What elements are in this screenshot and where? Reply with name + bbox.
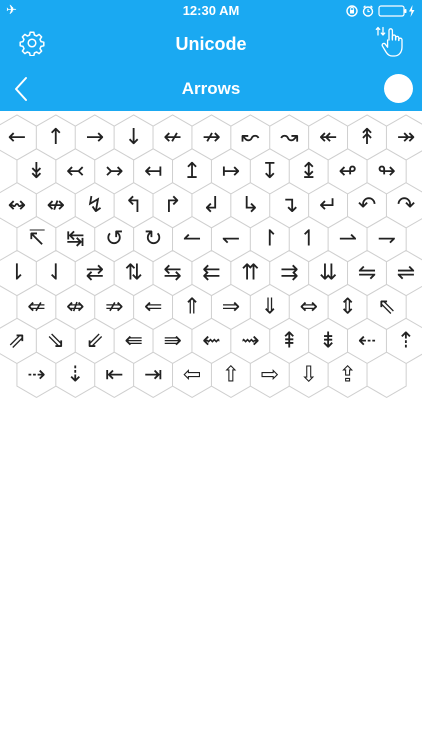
symbol-glyph: ↚ <box>163 125 181 150</box>
symbol-glyph: ↛ <box>202 125 220 150</box>
symbol-glyph: ↺ <box>105 227 123 252</box>
symbol-glyph: ↬ <box>377 159 395 184</box>
symbol-grid: ← ↑ → ↓ ↚ ↛ ↜ ↝ ↞ ↟ ↠ ↡ ↢ ↣ ↤ ↥ ↦ ↧ ↨ ↫ ↬ ↭ ↮ ↯ ↰ ↱ ↲ ↳ ↴ ↵ ↶ ↷ ↸ ↹ ↺ ↻ ↼ ↽ ↾ ↿… <box>0 111 422 411</box>
symbol-glyph: ↯ <box>86 193 104 218</box>
symbol-glyph: ⇍ <box>27 295 45 320</box>
status-right-icons <box>346 4 416 18</box>
symbol-glyph: ⇞ <box>280 328 298 353</box>
symbol-glyph: ↤ <box>144 159 162 184</box>
symbol-glyph: ⇘ <box>47 328 65 353</box>
symbol-glyph: ⇐ <box>144 295 162 320</box>
symbol-glyph: ↢ <box>66 159 84 184</box>
symbol-glyph: ⇜ <box>202 328 220 353</box>
alarm-icon <box>362 5 374 17</box>
symbol-glyph: ⇈ <box>241 261 259 286</box>
symbol-glyph: ⇣ <box>66 362 84 387</box>
symbol-glyph: ↫ <box>338 159 356 184</box>
symbol-glyph: ⇟ <box>319 328 337 353</box>
symbol-glyph: ↴ <box>280 193 298 218</box>
status-bar: ✈ 12:30 AM <box>0 0 422 22</box>
orientation-lock-icon <box>346 5 358 17</box>
symbol-glyph: ↟ <box>358 125 376 150</box>
symbol-glyph: ⇙ <box>86 328 104 353</box>
symbol-glyph: ⇎ <box>66 295 84 320</box>
symbol-glyph: ⇑ <box>183 295 201 320</box>
symbol-glyph: ⇦ <box>183 362 201 387</box>
symbol-glyph: ↲ <box>202 193 220 218</box>
symbol-glyph: ↧ <box>261 159 279 184</box>
symbol-glyph: ← <box>8 125 26 150</box>
touch-button[interactable] <box>374 26 406 64</box>
section-title: Arrows <box>181 79 241 98</box>
symbol-glyph: ↽ <box>222 227 240 252</box>
symbol-glyph: ⇒ <box>222 295 240 320</box>
top-nav-bar: Unicode <box>0 22 422 66</box>
symbol-glyph: ⇆ <box>163 261 181 286</box>
symbol-glyph: ↝ <box>280 125 298 150</box>
symbol-glyph: ⇀ <box>338 227 356 252</box>
symbol-glyph: ↱ <box>163 193 181 218</box>
symbol-glyph: ↭ <box>8 193 26 218</box>
symbol-glyph: ↹ <box>66 227 84 252</box>
symbol-glyph: ⇓ <box>261 295 279 320</box>
symbol-glyph: ↳ <box>241 193 259 218</box>
symbol-glyph: ↸ <box>27 227 45 252</box>
symbol-glyph: ⇛ <box>163 328 181 353</box>
symbol-glyph: ↶ <box>358 193 376 218</box>
symbol-glyph: ⇩ <box>300 362 318 387</box>
symbol-glyph: ⇖ <box>377 295 395 320</box>
battery-icon <box>378 5 407 17</box>
symbol-glyph: ↞ <box>319 125 337 150</box>
app-title: Unicode <box>175 34 247 54</box>
symbol-glyph: ↮ <box>47 193 65 218</box>
symbol-glyph: ⇉ <box>280 261 298 286</box>
symbol-glyph: ↰ <box>124 193 142 218</box>
symbol-glyph: ↼ <box>183 227 201 252</box>
symbol-glyph: ↜ <box>241 125 259 150</box>
symbol-glyph: ⇄ <box>86 261 104 286</box>
symbol-glyph: ↻ <box>144 227 162 252</box>
symbol-glyph: ⇊ <box>319 261 337 286</box>
symbol-glyph: ↨ <box>300 159 318 184</box>
sub-nav-bar: Arrows <box>0 66 422 111</box>
symbol-glyph: ⇋ <box>358 261 376 286</box>
symbol-glyph: ⇧ <box>222 362 240 387</box>
symbol-glyph: ↦ <box>222 159 240 184</box>
symbol-glyph: ⇕ <box>338 295 356 320</box>
symbol-glyph: ⇏ <box>105 295 123 320</box>
symbol-glyph: ⇠ <box>358 328 376 353</box>
symbol-glyph: → <box>86 125 104 150</box>
symbol-glyph: ↾ <box>261 227 279 252</box>
symbol-glyph: ⇤ <box>105 362 123 387</box>
symbol-glyph: ⇅ <box>124 261 142 286</box>
symbol-glyph: ↥ <box>183 159 201 184</box>
symbol-glyph: ⇃ <box>47 261 65 286</box>
symbol-glyph: ⇁ <box>377 227 395 252</box>
symbol-glyph: ⇚ <box>124 328 142 353</box>
symbol-glyph: ⇔ <box>300 295 318 320</box>
symbol-glyph: ↿ <box>300 227 318 252</box>
symbol-glyph: ⇂ <box>8 261 26 286</box>
symbol-glyph: ↠ <box>397 125 415 150</box>
symbol-glyph: ⇌ <box>397 261 415 286</box>
symbol-glyph: ⇥ <box>144 362 162 387</box>
app-header: ✈ 12:30 AM Unicode Arrows <box>0 0 422 111</box>
symbol-glyph: ⇇ <box>202 261 220 286</box>
touch-hand-icon <box>375 26 403 57</box>
symbol-glyph: ⇨ <box>261 362 279 387</box>
symbol-glyph: ↓ <box>124 125 142 150</box>
symbol-glyph: ↡ <box>27 159 45 184</box>
symbol-glyph: ⇝ <box>241 328 259 353</box>
charging-bolt-icon <box>409 5 415 17</box>
symbol-glyph: ↵ <box>319 193 337 218</box>
symbol-glyph: ⇢ <box>27 362 45 387</box>
symbol-glyph: ⇪ <box>338 362 356 387</box>
symbol-glyph: ↣ <box>105 159 123 184</box>
symbol-glyph: ↑ <box>47 125 65 150</box>
symbol-glyph: ↷ <box>397 193 415 218</box>
toggle-knob[interactable] <box>384 74 413 103</box>
symbol-glyph: ⇗ <box>8 328 26 353</box>
symbol-glyph: ⇡ <box>397 328 415 353</box>
